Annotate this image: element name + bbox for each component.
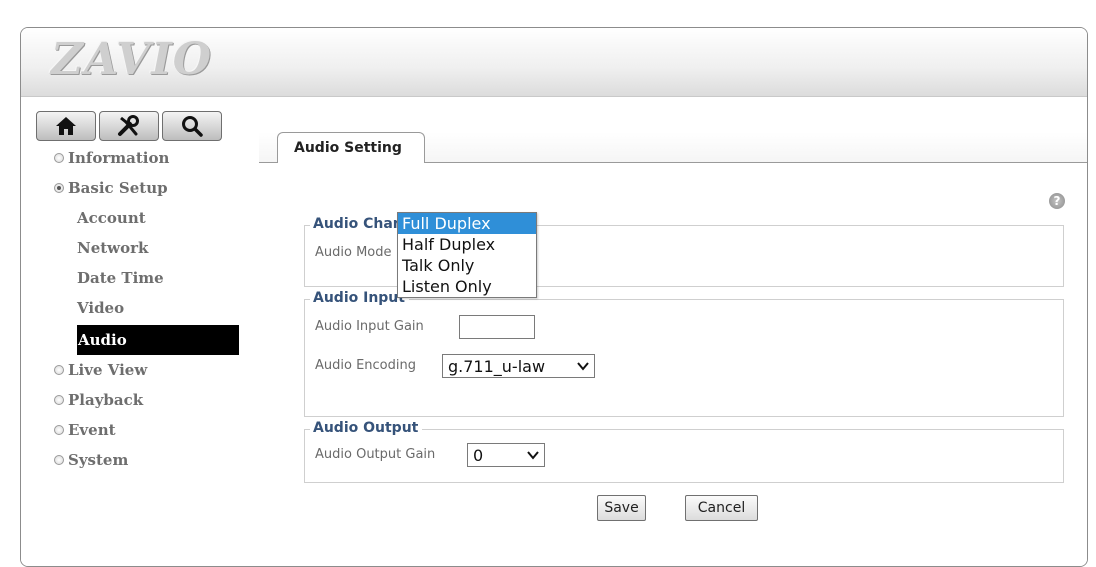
audio-encoding-value: g.711_u-law (448, 356, 546, 376)
nav-system[interactable]: System (21, 447, 128, 473)
nav-network[interactable]: Network (77, 235, 148, 261)
toolbar (36, 111, 222, 141)
tab-audio-setting[interactable]: Audio Setting (277, 132, 425, 163)
cancel-button[interactable]: Cancel (685, 495, 758, 521)
search-icon (182, 116, 203, 137)
audio-input-legend: Audio Input (310, 290, 409, 306)
nav-audio-label: Audio (78, 331, 127, 349)
audio-mode-dropdown[interactable]: Full Duplex Half Duplex Talk Only Listen… (397, 212, 537, 298)
nav-basic-setup-label: Basic Setup (68, 179, 168, 197)
nav-playback[interactable]: Playback (21, 387, 143, 413)
audio-output-gain-value: 0 (473, 445, 484, 465)
nav-event-label: Event (68, 421, 116, 439)
search-button[interactable] (162, 111, 222, 141)
zavio-logo: ZAVIO (51, 34, 213, 85)
audio-encoding-select[interactable]: g.711_u-law (442, 354, 595, 378)
chevron-down-icon (527, 451, 539, 460)
header: ZAVIO (21, 28, 1087, 97)
audio-output-gain-label: Audio Output Gain (315, 447, 436, 462)
nav-live-view-label: Live View (68, 361, 148, 379)
audio-mode-option-listen-only[interactable]: Listen Only (398, 276, 536, 297)
radio-icon (54, 153, 64, 163)
radio-icon (54, 395, 64, 405)
nav-network-label: Network (77, 239, 149, 257)
nav-video[interactable]: Video (77, 295, 124, 321)
chevron-down-icon (577, 362, 589, 371)
nav-account[interactable]: Account (77, 205, 146, 231)
audio-input-gain-select[interactable] (459, 315, 535, 339)
nav-playback-label: Playback (68, 391, 144, 409)
audio-mode-option-half-duplex[interactable]: Half Duplex (398, 234, 536, 255)
nav-date-time[interactable]: Date Time (77, 265, 164, 291)
audio-input-gain-label: Audio Input Gain (315, 319, 424, 334)
audio-input-group: Audio Input Audio Input Gain Audio Encod… (304, 290, 1064, 417)
tab-bar: Audio Setting (259, 132, 1087, 163)
sidebar: Information Basic Setup Account Network … (21, 97, 250, 566)
audio-output-group: Audio Output Audio Output Gain 0 (304, 420, 1064, 483)
radio-icon (54, 455, 64, 465)
nav-account-label: Account (77, 209, 146, 227)
settings-button[interactable] (99, 111, 159, 141)
nav-information-label: Information (68, 149, 170, 167)
nav-date-time-label: Date Time (77, 269, 164, 287)
nav-live-view[interactable]: Live View (21, 357, 147, 383)
audio-output-gain-select[interactable]: 0 (467, 443, 545, 467)
radio-selected-icon (54, 183, 64, 193)
audio-mode-option-talk-only[interactable]: Talk Only (398, 255, 536, 276)
save-button[interactable]: Save (597, 495, 646, 521)
home-button[interactable] (36, 111, 96, 141)
nav-information[interactable]: Information (21, 145, 169, 171)
nav-event[interactable]: Event (21, 417, 116, 443)
main-content: Audio Setting ? Audio Channel Audio Mode… (249, 97, 1087, 566)
nav-basic-setup[interactable]: Basic Setup (21, 175, 168, 201)
tools-icon (118, 115, 139, 136)
nav-system-label: System (68, 451, 129, 469)
audio-mode-label: Audio Mode (315, 245, 392, 260)
nav-audio[interactable]: Audio (77, 325, 239, 355)
radio-icon (54, 365, 64, 375)
radio-icon (54, 425, 64, 435)
nav-video-label: Video (77, 299, 125, 317)
audio-encoding-label: Audio Encoding (315, 358, 416, 373)
audio-mode-option-full-duplex[interactable]: Full Duplex (398, 213, 536, 234)
help-icon[interactable]: ? (1049, 193, 1065, 209)
audio-output-legend: Audio Output (310, 420, 423, 436)
home-icon (56, 117, 76, 135)
app-frame: ZAVIO Information Basic Setup Account Ne… (20, 27, 1088, 567)
